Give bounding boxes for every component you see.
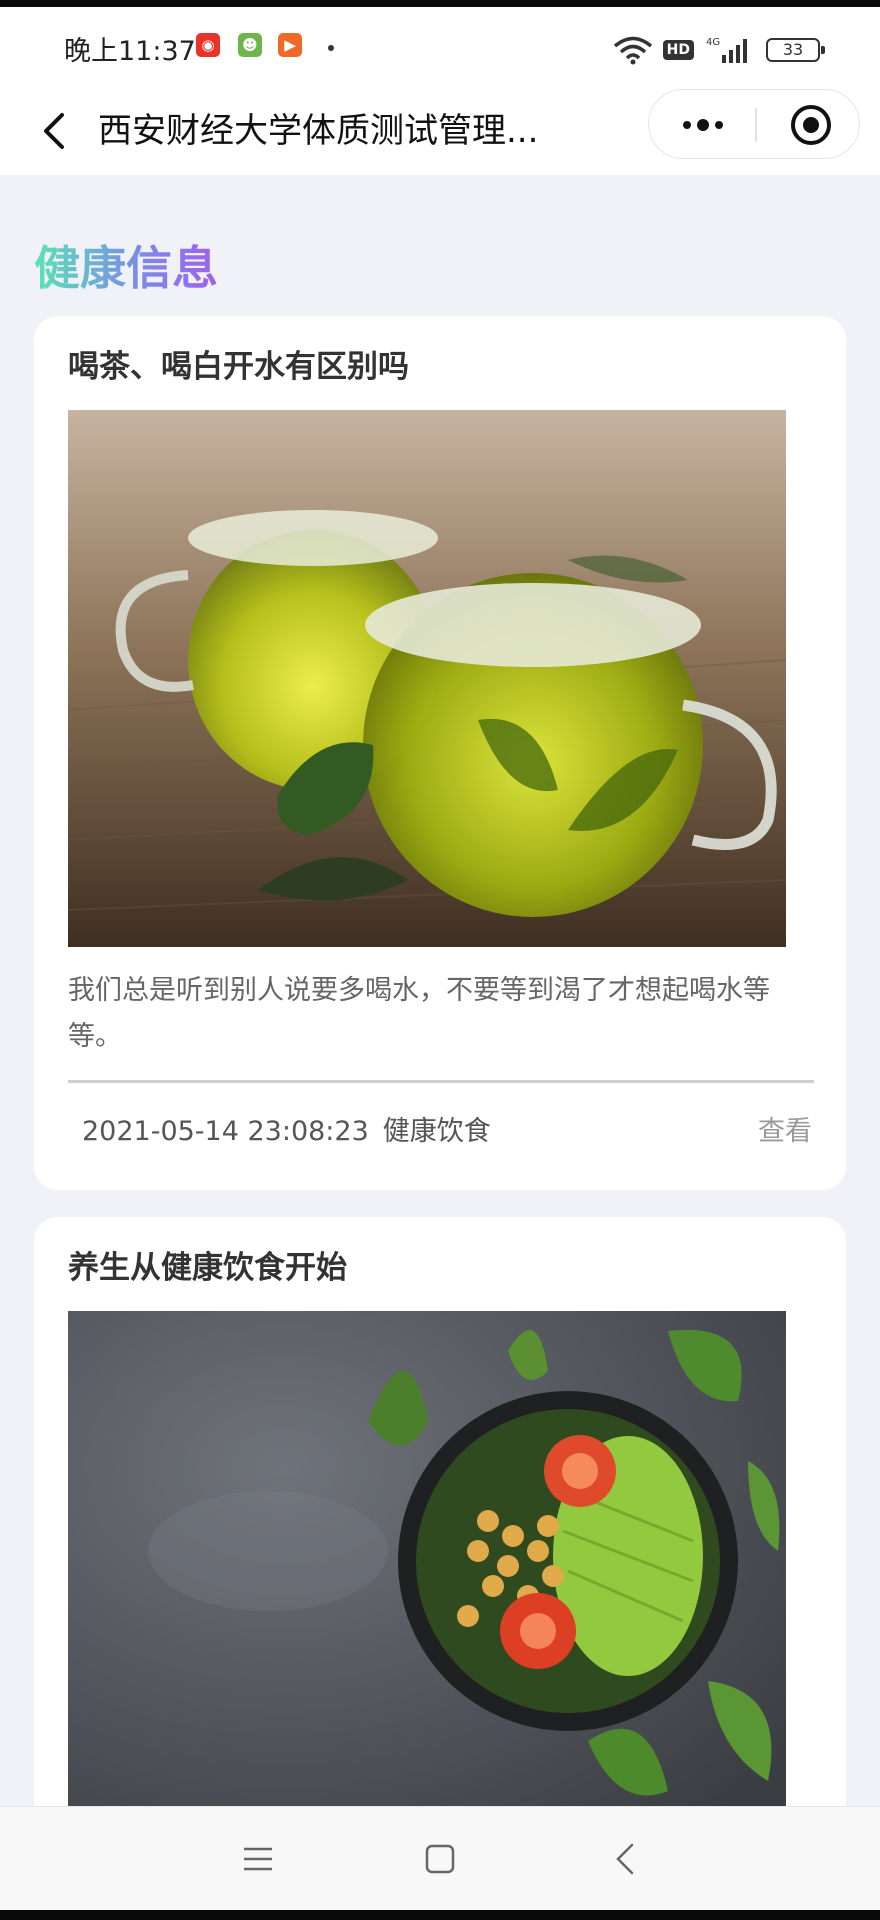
view-link[interactable]: 查看 (758, 1112, 812, 1152)
home-icon[interactable] (418, 1837, 462, 1881)
hd-icon: HD (662, 40, 694, 60)
section-title: 健康信息 (34, 238, 218, 298)
system-nav-bar (0, 1806, 880, 1910)
wifi-icon (613, 36, 652, 65)
status-indicators: HD 4G 33 (613, 33, 825, 67)
article-title: 养生从健康饮食开始 (68, 1250, 347, 1286)
battery-level: 33 (782, 40, 804, 59)
card-divider (68, 1080, 814, 1083)
status-time: 晚上11:37 (64, 36, 196, 67)
article-title: 喝茶、喝白开水有区别吗 (68, 349, 409, 385)
article-category: 健康饮食 (382, 1116, 491, 1147)
more-options-icon[interactable] (679, 110, 727, 140)
article-datetime: 2021-05-14 23:08:23 (82, 1116, 369, 1147)
page-title: 西安财经大学体质测试管理... (98, 111, 539, 151)
back-icon[interactable] (604, 1837, 648, 1881)
more-notifications-dot (328, 45, 334, 51)
article-description: 我们总是听到别人说要多喝水，不要等到渴了才想起喝水等等。 (68, 975, 770, 1052)
mini-program-capsule (648, 89, 860, 159)
status-bar: 晚上11:37 ◉ ☻ ▶ HD 4G 33 (0, 7, 880, 87)
article-meta: 2021-05-14 23:08:23 健康饮食 (82, 1112, 491, 1152)
bottom-edge (0, 1910, 880, 1920)
back-arrow-icon[interactable] (30, 105, 82, 157)
healthy-salad-bowl-image[interactable] (68, 1311, 786, 1831)
close-mini-program-icon[interactable] (789, 103, 833, 147)
signal-icon: 4G (706, 37, 747, 63)
network-type-label: 4G (706, 37, 720, 48)
video-app-icon: ▶ (278, 33, 302, 57)
green-tea-cups-image[interactable] (68, 410, 786, 947)
battery-icon: 33 (766, 38, 825, 62)
netease-music-icon: ◉ (196, 33, 220, 57)
article-card[interactable]: 喝茶、喝白开水有区别吗 我们总是听到别人说要多喝水，不要等到渴了才想起喝水等等。… (34, 316, 846, 1190)
top-edge (0, 0, 880, 7)
menu-icon[interactable] (236, 1837, 280, 1881)
nav-header: 西安财经大学体质测试管理... (0, 87, 880, 175)
capsule-divider (755, 108, 757, 142)
android-app-icon: ☻ (238, 33, 262, 57)
